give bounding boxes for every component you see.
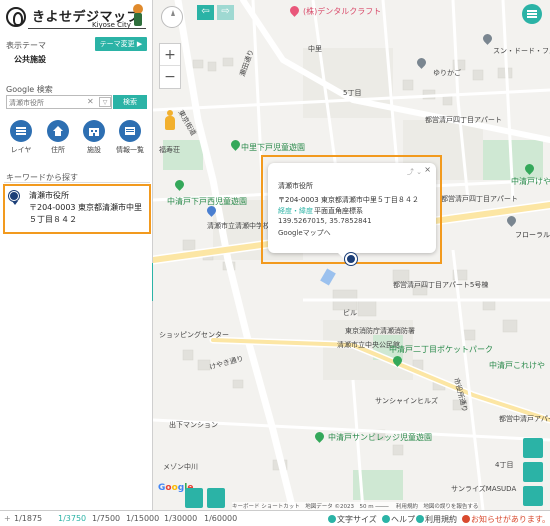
result-address: 〒204-0003 東京都清瀬市中里５丁目８４２	[29, 203, 143, 224]
tool-address[interactable]: 住所	[43, 120, 73, 155]
search-button[interactable]: 検索	[113, 95, 147, 109]
scale-7500[interactable]: 1/7500	[92, 514, 120, 523]
zoom-control: + −	[159, 43, 181, 89]
map-label-place: ゆりかご	[433, 69, 461, 77]
info-popup: ⤴ ⌄ × 清瀬市役所 〒204-0003 東京都清瀬市中里５丁目８４２ 経度・…	[268, 163, 436, 253]
menu-icon[interactable]	[522, 4, 542, 24]
map-label-apartment: 都営清戸四丁目アパート	[425, 116, 502, 124]
theme-value: 公共施設	[14, 55, 46, 64]
layers-icon	[10, 120, 32, 142]
map-label-fire-station: 東京消防庁清瀬消防署	[345, 327, 415, 335]
popup-coordinates: 139.5267015, 35.7852841	[278, 217, 372, 225]
search-result-item[interactable]: 清瀬市役所 〒204-0003 東京都清瀬市中里５丁目８４２	[3, 184, 151, 234]
map-label-building: ビル	[343, 309, 357, 317]
brand-divider	[28, 28, 146, 29]
map-label-apartment: 都営中清戸アパート	[499, 415, 550, 423]
google-search-label: Google 検索	[6, 85, 53, 94]
scale-3750[interactable]: 1/3750	[58, 514, 86, 523]
plane-coord-link[interactable]: 平面直角座標系	[314, 206, 363, 216]
map-label-park: 中里下戸児童遊園	[241, 143, 305, 152]
scale-60000[interactable]: 1/60000	[204, 514, 237, 523]
map-label-place: 出下マンション	[169, 421, 218, 429]
result-name: 清瀬市役所	[29, 191, 69, 200]
map-label-place: スン・ドード・フル	[493, 47, 550, 55]
scale-15000[interactable]: 1/15000	[126, 514, 159, 523]
close-icon[interactable]: ×	[424, 165, 431, 174]
map-label-dental: (株)デンタルクラフト	[303, 7, 382, 16]
back-arrow-icon[interactable]: ⇦	[197, 5, 214, 20]
map-label-chome: 5丁目	[343, 89, 362, 97]
map-label-park: 中清戸サンビレッジ児童遊園	[328, 433, 432, 442]
city-seal-icon	[6, 7, 26, 27]
terms-icon	[416, 515, 424, 523]
tool-layers[interactable]: レイヤ	[6, 120, 36, 155]
terms-link[interactable]: 利用規約	[416, 514, 457, 525]
text-size-link[interactable]: 文字サイズ	[328, 514, 377, 525]
theme-label: 表示テーマ	[6, 41, 46, 50]
map-label-nakazato: 中里	[308, 45, 322, 53]
building-icon	[83, 120, 105, 142]
help-icon	[382, 515, 390, 523]
map-label-park: 中清戸これけや	[489, 361, 545, 370]
share-icon[interactable]: ⤴ ⌄	[407, 167, 422, 177]
tool-label: レイヤ	[10, 146, 32, 154]
list-icon	[119, 120, 141, 142]
scale-30000[interactable]: 1/30000	[164, 514, 197, 523]
map-label-shopping: ショッピングセンター	[159, 331, 229, 339]
tool-label: 施設	[87, 146, 101, 154]
theme-change-button[interactable]: テーマ変更 ▶	[95, 37, 147, 51]
mascot-icon	[130, 4, 146, 28]
location-marker-icon[interactable]	[345, 253, 357, 265]
pin-icon[interactable]	[185, 488, 203, 508]
alert-icon	[462, 515, 470, 523]
map-label-place: サンシャインヒルズ	[375, 397, 438, 405]
forward-arrow-icon[interactable]: ⇨	[217, 5, 234, 20]
map-label-place: サンライズMASUDA	[451, 485, 517, 493]
google-maps-link[interactable]: Googleマップへ	[278, 228, 331, 238]
popup-address: 〒204-0003 東京都清瀬市中里５丁目８４２	[278, 196, 419, 204]
latlng-link[interactable]: 経度・緯度	[278, 206, 313, 216]
street-view-icon[interactable]	[164, 110, 176, 132]
brand-header[interactable]: きよせデジマップ Kiyose City	[4, 4, 146, 30]
marker-icon	[9, 191, 19, 205]
tool-label: 情報一覧	[116, 146, 144, 154]
tool-info-list[interactable]: 情報一覧	[115, 120, 145, 155]
map-label-park: 中清戸下戸西児童遊園	[167, 197, 247, 206]
notice-link[interactable]: お知らせがあります。	[462, 514, 550, 525]
zoom-in-button[interactable]: +	[160, 44, 180, 66]
clear-icon[interactable]: ✕	[87, 97, 94, 106]
pin-icon[interactable]	[207, 488, 225, 508]
zoom-out-button[interactable]: −	[160, 66, 180, 88]
map-label-place: 福寿荘	[159, 146, 180, 154]
search-box: ✕ ▽	[6, 95, 112, 109]
gear-icon[interactable]	[523, 486, 543, 506]
map-label-apartment: 都営清戸四丁目アパート5号棟	[393, 281, 489, 289]
chevron-down-icon[interactable]: ▽	[99, 97, 111, 107]
map-label-chome: 4丁目	[495, 461, 514, 469]
scale-expand-icon[interactable]: +	[4, 514, 11, 523]
popup-name: 清瀬市役所	[278, 182, 313, 190]
map-label-apartment: 都営清戸四丁目アパート	[441, 195, 518, 203]
map-label-park: 中清戸けやき通	[511, 177, 550, 186]
keyword-divider	[4, 182, 150, 183]
map-label-place: メゾン中川	[163, 463, 198, 471]
scale-1875[interactable]: 1/1875	[14, 514, 42, 523]
tool-facility[interactable]: 施設	[79, 120, 109, 155]
locate-icon[interactable]	[523, 438, 543, 458]
sidebar: きよせデジマップ Kiyose City 表示テーマ テーマ変更 ▶ 公共施設 …	[0, 0, 153, 510]
help-link[interactable]: ヘルプ	[382, 514, 415, 525]
map-label-park: 中清戸二丁目ポケットパーク	[389, 345, 493, 354]
map-label-place: フローラル	[515, 231, 550, 239]
map-attribution[interactable]: キーボード ショートカット 地図データ ©2023 50 m ──── 利用規約…	[232, 502, 479, 510]
bottom-bar: + 1/1875 1/3750 1/7500 1/15000 1/30000 1…	[0, 510, 550, 526]
home-icon	[47, 120, 69, 142]
copy-icon[interactable]	[523, 462, 543, 482]
compass-icon[interactable]	[161, 6, 183, 28]
search-input[interactable]	[9, 97, 85, 108]
text-size-icon	[328, 515, 336, 523]
tool-label: 住所	[51, 146, 65, 154]
